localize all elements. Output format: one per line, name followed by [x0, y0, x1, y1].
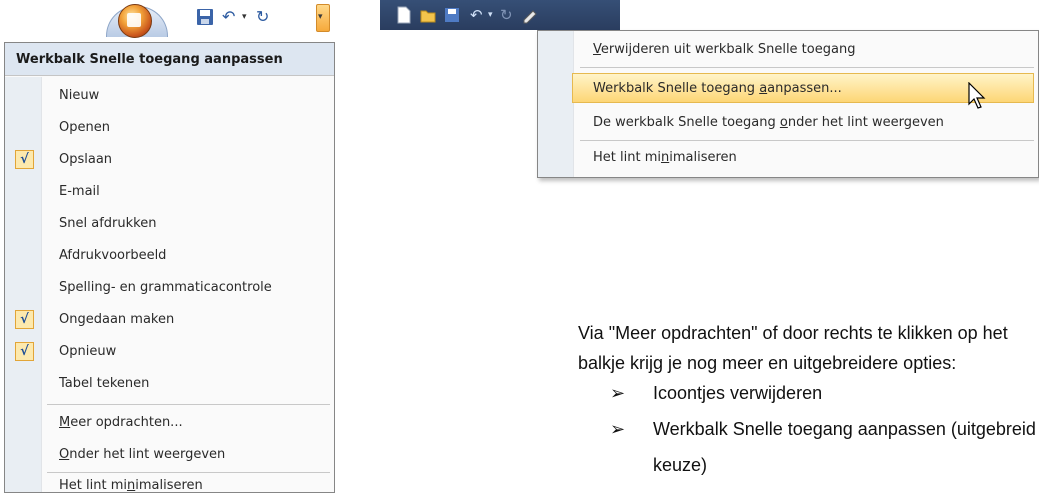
quick-access-toolbar-left: ↶ ▾ ↻ ▾	[100, 0, 340, 38]
menu-item-label: Meer opdrachten...	[59, 415, 183, 430]
arrow-bullet-icon: ➢	[610, 383, 626, 403]
bullet-text: keuze)	[653, 455, 708, 475]
menu-item-label: Verwijderen uit werkbalk Snelle toegang	[593, 42, 856, 57]
paragraph-line: balkje krijg je nog meer en uitgebreider…	[578, 353, 957, 373]
menu-item-e-mail[interactable]: E-mail	[5, 176, 334, 208]
context-item-customize-toolbar[interactable]: Werkbalk Snelle toegang aanpassen...	[572, 73, 1034, 103]
menu-item-tabel-tekenen[interactable]: Tabel tekenen	[5, 368, 334, 400]
save-icon[interactable]	[196, 8, 214, 26]
mouse-cursor-icon	[968, 82, 986, 109]
open-folder-icon[interactable]	[420, 6, 436, 24]
menu-separator	[580, 67, 1034, 68]
quick-access-toolbar-right: ↶ ▾ ↻	[380, 0, 620, 30]
bullet-text: Icoontjes verwijderen	[653, 383, 823, 403]
context-item-minimize-ribbon[interactable]: Het lint minimaliseren	[538, 143, 1038, 173]
menu-item-label: Tabel tekenen	[59, 376, 150, 391]
save-icon[interactable]	[444, 6, 460, 24]
checkmark-icon: √	[15, 342, 34, 361]
menu-separator	[580, 140, 1034, 141]
context-item-show-below-ribbon[interactable]: De werkbalk Snelle toegang onder het lin…	[538, 108, 1038, 138]
checkmark-icon: √	[15, 310, 34, 329]
menu-item-label: Spelling- en grammaticacontrole	[59, 280, 272, 295]
description-paragraph: Via "Meer opdrachten" of door rechts te …	[578, 318, 1008, 378]
menu-item-label: Afdrukvoorbeeld	[59, 248, 167, 263]
menu-item-afdrukvoorbeeld[interactable]: Afdrukvoorbeeld	[5, 240, 334, 272]
menu-item-ongedaan-maken[interactable]: √ Ongedaan maken	[5, 304, 334, 336]
redo-icon[interactable]: ↻	[256, 8, 274, 26]
edit-pen-icon[interactable]	[522, 6, 538, 24]
redo-icon[interactable]: ↻	[500, 6, 516, 24]
new-document-icon[interactable]	[396, 6, 412, 24]
menu-item-meer-opdrachten[interactable]: Meer opdrachten...	[5, 407, 334, 439]
paragraph-line: Via "Meer opdrachten" of door rechts te …	[578, 323, 1008, 343]
undo-icon[interactable]: ↶	[470, 6, 486, 24]
menu-item-spelling[interactable]: Spelling- en grammaticacontrole	[5, 272, 334, 304]
chevron-down-icon: ▾	[318, 12, 323, 22]
menu-item-nieuw[interactable]: Nieuw	[5, 80, 334, 112]
menu-title: Werkbalk Snelle toegang aanpassen	[5, 43, 334, 76]
menu-item-label: E-mail	[59, 184, 100, 199]
menu-item-onder-lint-weergeven[interactable]: Onder het lint weergeven	[5, 439, 334, 471]
menu-item-label: Opslaan	[59, 152, 113, 167]
menu-item-label: Snel afdrukken	[59, 216, 157, 231]
menu-item-label: Nieuw	[59, 88, 100, 103]
undo-icon[interactable]: ↶	[222, 8, 240, 26]
menu-item-label: Het lint minimaliseren	[593, 150, 737, 165]
menu-item-label: De werkbalk Snelle toegang onder het lin…	[593, 115, 944, 130]
menu-item-label: Openen	[59, 120, 110, 135]
checkmark-icon: √	[15, 150, 34, 169]
arrow-bullet-icon: ➢	[610, 419, 626, 439]
menu-item-label: Opnieuw	[59, 344, 117, 359]
menu-item-label: Het lint minimaliseren	[59, 478, 203, 493]
context-item-remove-from-toolbar[interactable]: Verwijderen uit werkbalk Snelle toegang	[538, 35, 1038, 65]
menu-item-label: Ongedaan maken	[59, 312, 175, 327]
bullet-text: Werkbalk Snelle toegang aanpassen (uitge…	[653, 419, 1036, 439]
customize-toolbar-dropdown-button[interactable]: ▾	[316, 4, 330, 32]
menu-item-label: Werkbalk Snelle toegang aanpassen...	[593, 81, 842, 96]
menu-item-lint-minimaliseren[interactable]: Het lint minimaliseren	[5, 470, 334, 502]
toolbar-context-menu: Verwijderen uit werkbalk Snelle toegang …	[537, 30, 1039, 178]
menu-item-snel-afdrukken[interactable]: Snel afdrukken	[5, 208, 334, 240]
menu-item-opslaan[interactable]: √ Opslaan	[5, 144, 334, 176]
menu-item-openen[interactable]: Openen	[5, 112, 334, 144]
customize-quick-access-menu: Werkbalk Snelle toegang aanpassen Nieuw …	[4, 42, 335, 493]
menu-separator	[47, 404, 330, 405]
office-button-icon[interactable]	[118, 4, 152, 38]
menu-item-label: Onder het lint weergeven	[59, 447, 226, 462]
menu-item-opnieuw[interactable]: √ Opnieuw	[5, 336, 334, 368]
